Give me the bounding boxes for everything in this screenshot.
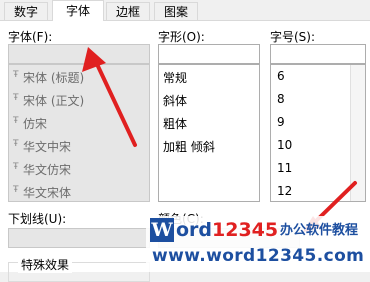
tab-font[interactable]: 字体	[52, 0, 104, 21]
watermark-url: www.word12345.com	[152, 246, 365, 266]
watermark-logo-cn: 办公软件教程	[280, 223, 359, 238]
watermark-logo: W ord 12345 办公软件教程	[150, 218, 368, 244]
watermark-logo-num: 12345	[212, 219, 279, 241]
watermark-logo-w: W	[150, 218, 174, 242]
watermark: W ord 12345 办公软件教程 www.word12345.com	[146, 216, 370, 272]
watermark-logo-ord: ord	[176, 219, 213, 241]
tab-font-label: 字体	[65, 4, 90, 18]
